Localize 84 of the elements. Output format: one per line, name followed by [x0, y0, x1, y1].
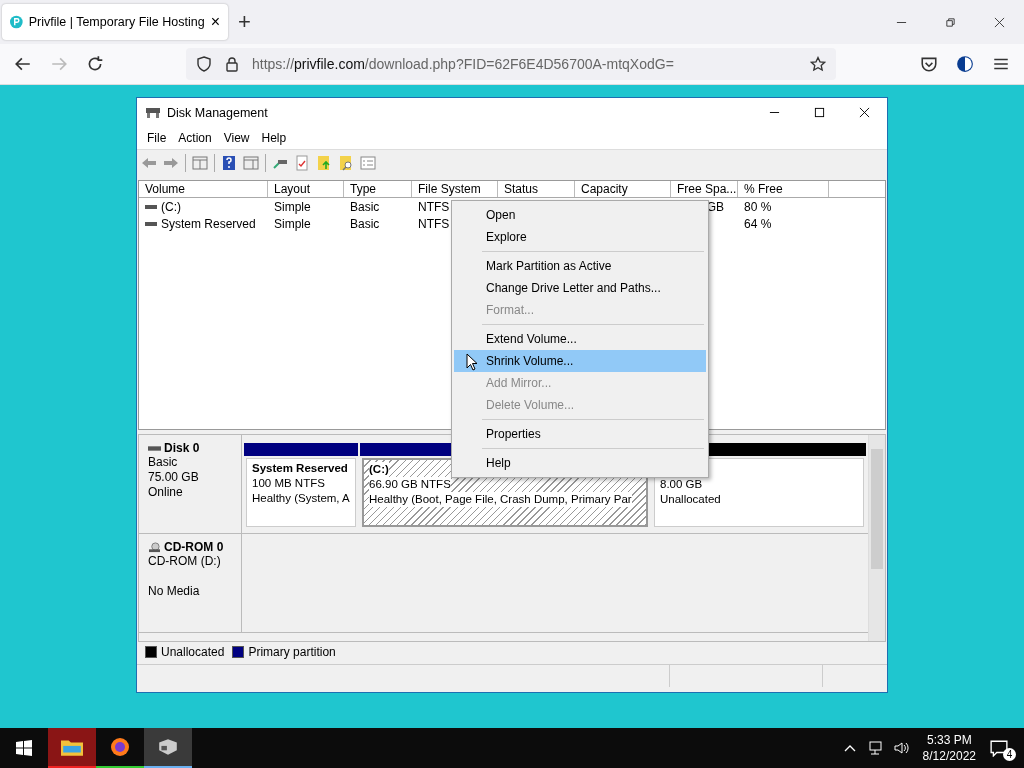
column-header[interactable]: Type [344, 181, 412, 197]
mouse-pointer-icon [466, 353, 478, 371]
help-icon[interactable] [221, 155, 237, 171]
menu-item[interactable]: Extend Volume... [454, 328, 706, 350]
column-header[interactable]: % Free [738, 181, 829, 197]
pane-icon[interactable] [192, 155, 208, 171]
column-header[interactable]: File System [412, 181, 498, 197]
table-cell: 80 % [744, 199, 772, 214]
close-icon[interactable] [859, 107, 870, 118]
disk-detail: Basic [148, 455, 179, 470]
drive-icon [145, 220, 157, 227]
extension-icon[interactable] [956, 55, 974, 73]
partition-detail: Healthy (Boot, Page File, Crash Dump, Primary Par [369, 492, 632, 507]
legend-label: Primary partition [248, 645, 336, 659]
menu-item[interactable]: View [217, 131, 256, 145]
tab-close-button[interactable]: × [210, 13, 220, 31]
menu-item[interactable]: File [141, 131, 173, 145]
menu-item[interactable]: Action [172, 131, 218, 145]
column-header[interactable]: Layout [268, 181, 344, 197]
new-tab-button[interactable]: + [238, 9, 251, 35]
disk-name: Disk 0 [164, 441, 200, 455]
clock[interactable]: 5:33 PM 8/12/2022 [922, 732, 976, 764]
scrollbar[interactable] [868, 435, 885, 641]
lock-icon [224, 56, 240, 72]
date-text: 8/12/2022 [922, 748, 976, 764]
column-header[interactable]: Capacity [575, 181, 671, 197]
address-bar[interactable]: https://privfile.com/download.php?FID=62F6E4D56700A-mtqXodG= [186, 48, 836, 80]
cd-drive-icon [148, 541, 161, 553]
table-cell: NTFS [418, 199, 450, 214]
maximize-icon[interactable] [814, 107, 825, 118]
shield-icon [196, 56, 212, 72]
menu-item[interactable]: Open [454, 204, 706, 226]
menu-item[interactable]: Explore [454, 226, 706, 248]
folder-up-icon[interactable] [316, 155, 332, 171]
notification-icon[interactable] [990, 739, 1008, 757]
menu-item[interactable]: Help [255, 131, 293, 145]
menu-item[interactable]: Mark Partition as Active [454, 255, 706, 277]
back-icon[interactable] [14, 55, 32, 73]
table-cell: Basic [350, 216, 380, 231]
disk-detail: 75.00 GB [148, 470, 200, 485]
partition-title: System Reserved [252, 461, 349, 476]
disk-detail: CD-ROM (D:) [148, 554, 222, 569]
time-text: 5:33 PM [926, 732, 972, 748]
partition-detail: Healthy (System, A [252, 491, 350, 506]
browser-tab[interactable]: Privfile | Temporary File Hosting × [2, 4, 228, 40]
menu-item[interactable]: Properties [454, 423, 706, 445]
table-cell: Simple [274, 199, 311, 214]
disk-detail: No Media [148, 584, 201, 599]
column-header[interactable]: Status [498, 181, 575, 197]
table-cell: Simple [274, 216, 311, 231]
drive-icon [145, 203, 157, 210]
table-cell: 64 % [744, 216, 772, 231]
window-title: Disk Management [167, 105, 268, 120]
p-logo-icon [10, 14, 23, 30]
menu-item[interactable]: Shrink Volume... [454, 350, 706, 372]
disk-detail: Online [148, 485, 184, 500]
column-header[interactable]: Volume [139, 181, 268, 197]
disk-name: CD-ROM 0 [164, 540, 224, 554]
restore-icon[interactable] [945, 16, 956, 28]
reload-icon[interactable] [86, 55, 104, 73]
folder-icon [61, 737, 83, 757]
folder-search-icon[interactable] [338, 155, 354, 171]
legend-label: Unallocated [161, 645, 225, 659]
table-cell: NTFS [418, 216, 450, 231]
table-cell: Basic [350, 199, 380, 214]
network-icon[interactable] [867, 740, 884, 756]
url-text: https://privfile.com/download.php?FID=62F6E4D56700A-mtqXodG= [252, 56, 674, 72]
start-icon[interactable] [16, 740, 32, 756]
star-icon[interactable] [810, 56, 826, 72]
notification-count: 4 [1003, 748, 1016, 761]
volume-icon[interactable] [893, 740, 910, 756]
table-cell: (C:) [161, 199, 181, 214]
menu-item[interactable]: Change Drive Letter and Paths... [454, 277, 706, 299]
column-header[interactable]: Free Spa... [671, 181, 738, 197]
tab-title: Privfile | Temporary File Hosting [28, 15, 205, 29]
table-cell: System Reserved [161, 216, 256, 231]
checklist-icon[interactable] [294, 155, 310, 171]
taskbar-app[interactable] [48, 728, 96, 768]
taskbar-app[interactable] [144, 728, 192, 768]
close-icon[interactable] [994, 16, 1005, 28]
partition-title: (C:) [369, 462, 389, 477]
browser-icon [109, 737, 131, 757]
partition-detail: 66.90 GB NTFS [369, 477, 451, 492]
pane-icon[interactable] [243, 155, 259, 171]
